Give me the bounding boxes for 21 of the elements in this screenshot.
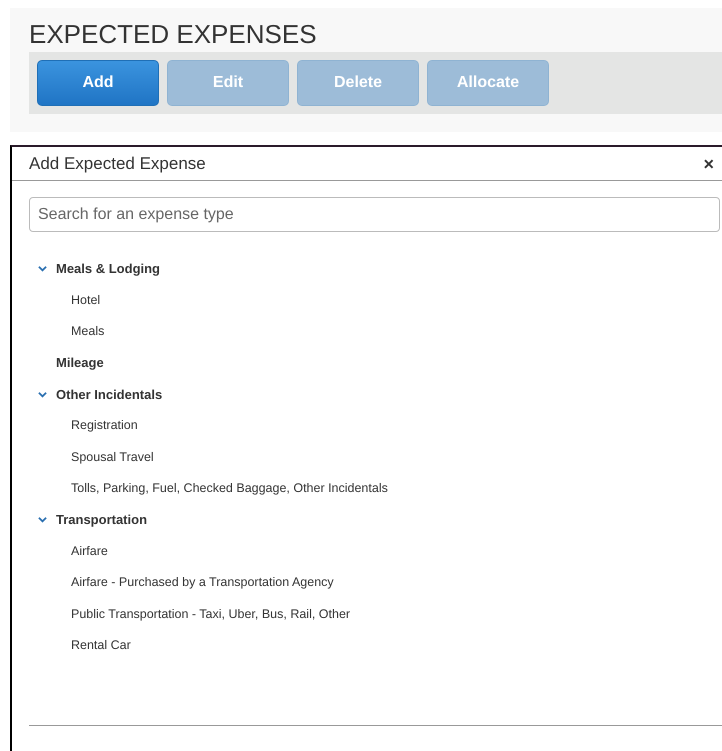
- toolbar-button[interactable]: Add: [37, 60, 159, 106]
- tree-item[interactable]: Rental Car: [71, 636, 131, 655]
- search-field[interactable]: Search for an expense type: [29, 197, 720, 232]
- dialog-title: Add Expected Expense: [29, 152, 206, 175]
- chevron-icon[interactable]: [38, 264, 47, 274]
- tree-item[interactable]: Spousal Travel: [71, 448, 154, 466]
- tree-group-item[interactable]: Transportation: [56, 510, 148, 530]
- tree-group-item[interactable]: Mileage: [56, 353, 104, 373]
- tree-item[interactable]: Hotel: [71, 290, 100, 310]
- tree-group-item[interactable]: Meals & Lodging: [56, 258, 160, 278]
- tree-item[interactable]: Airfare: [71, 542, 108, 561]
- tree-item[interactable]: Airfare - Purchased by a Transportation Agency: [71, 573, 334, 592]
- close-button[interactable]: ×: [701, 154, 716, 172]
- tree-item[interactable]: Meals: [71, 322, 104, 341]
- tree-item[interactable]: Registration: [71, 416, 138, 436]
- chevron-icon[interactable]: [38, 390, 47, 399]
- chevron-icon[interactable]: [38, 515, 47, 524]
- tree-item[interactable]: Public Transportation - Taxi, Uber, Bus, Rail, Other: [71, 604, 350, 624]
- panel-title: EXPECTED EXPENSES: [29, 20, 317, 48]
- tree-group-item[interactable]: Other Incidentals: [56, 384, 162, 404]
- tree-item[interactable]: Tolls, Parking, Fuel, Checked Baggage, Other Incidentals: [71, 479, 388, 498]
